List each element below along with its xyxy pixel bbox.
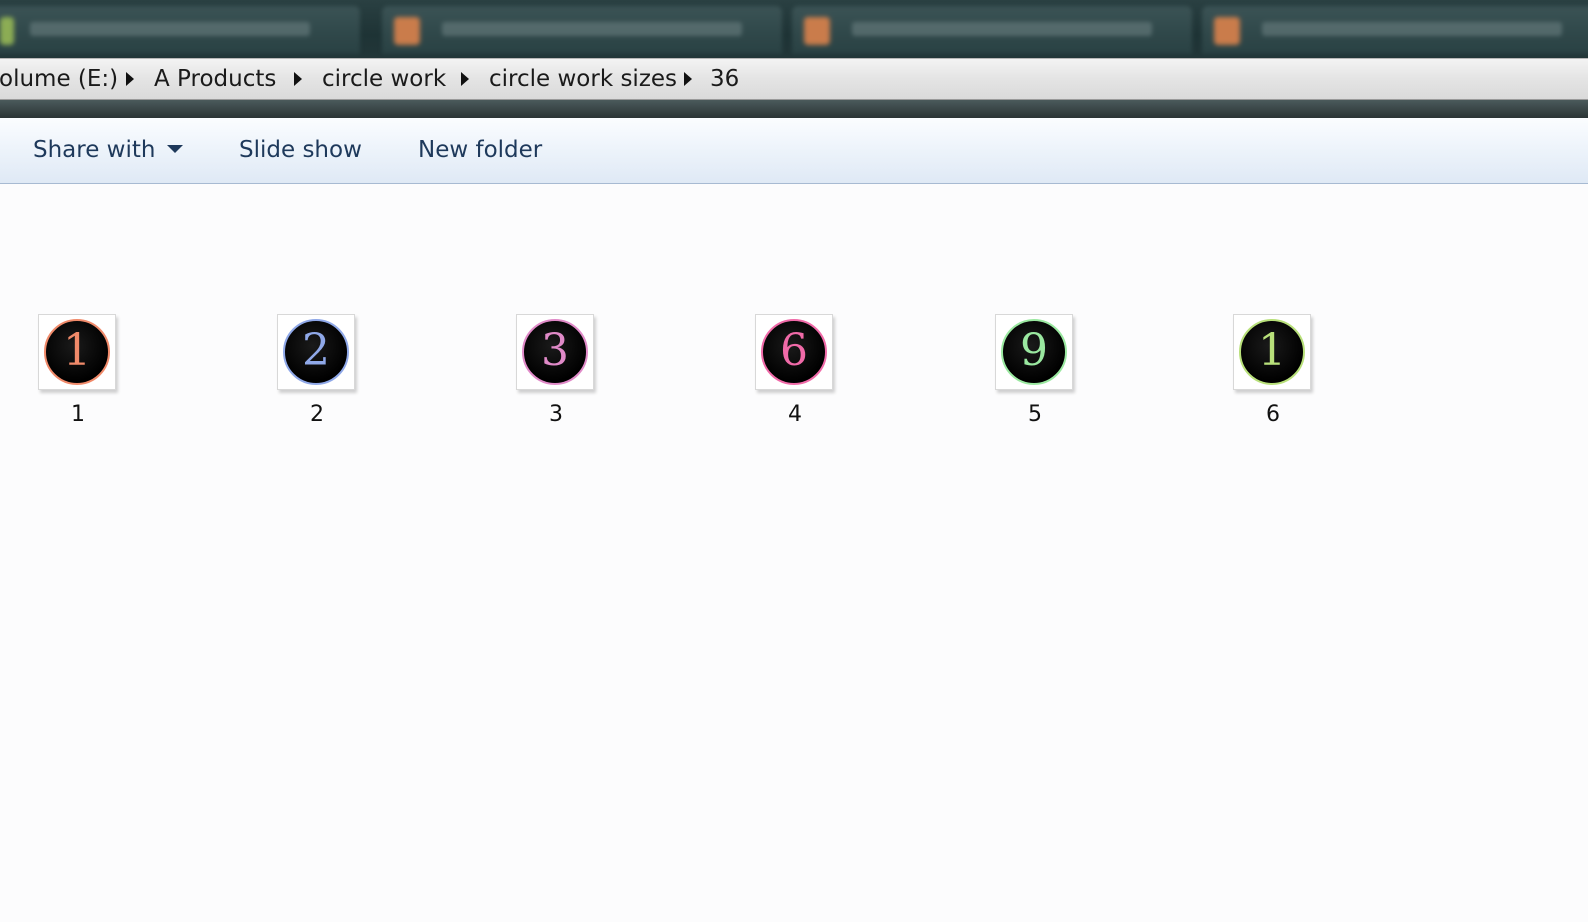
file-item[interactable]: 9 5 bbox=[985, 314, 1085, 434]
file-item[interactable]: 1 6 bbox=[1223, 314, 1323, 434]
thumbnail-frame: 3 bbox=[516, 314, 594, 390]
thumbnail-frame: 9 bbox=[995, 314, 1073, 390]
breadcrumb-arrow-icon[interactable] bbox=[684, 72, 692, 86]
browser-tab-strip bbox=[0, 0, 1588, 58]
tab-favicon-icon bbox=[394, 17, 420, 45]
file-item[interactable]: 2 2 bbox=[267, 314, 367, 434]
breadcrumb-arrow-icon[interactable] bbox=[294, 72, 302, 86]
thumbnail-frame: 6 bbox=[755, 314, 833, 390]
breadcrumb-item-circle-work[interactable]: circle work bbox=[322, 59, 446, 99]
tab-title-blur bbox=[1262, 22, 1562, 36]
file-name: 1 bbox=[71, 402, 85, 427]
share-with-label: Share with bbox=[33, 137, 156, 163]
file-item[interactable]: 3 3 bbox=[506, 314, 606, 434]
tab-title-blur bbox=[442, 22, 742, 36]
file-name: 2 bbox=[310, 402, 324, 427]
tab-favicon-icon bbox=[1214, 17, 1240, 45]
circle-number-thumbnail: 6 bbox=[761, 319, 827, 385]
command-toolbar: Share with Slide show New folder bbox=[0, 118, 1588, 184]
file-item[interactable]: 6 4 bbox=[745, 314, 845, 434]
browser-tab[interactable] bbox=[1202, 6, 1588, 54]
tab-favicon-icon bbox=[0, 17, 14, 45]
browser-tab[interactable] bbox=[0, 6, 360, 54]
file-item[interactable]: 1 1 bbox=[28, 314, 128, 434]
file-name: 6 bbox=[1266, 402, 1280, 427]
breadcrumb-arrow-icon[interactable] bbox=[461, 72, 469, 86]
breadcrumb-item-36[interactable]: 36 bbox=[710, 59, 739, 99]
share-with-button[interactable]: Share with bbox=[33, 132, 184, 168]
breadcrumb-item-circle-work-sizes[interactable]: circle work sizes bbox=[489, 59, 677, 99]
tab-favicon-icon bbox=[804, 17, 830, 45]
circle-number-thumbnail: 1 bbox=[1239, 319, 1305, 385]
circle-number-thumbnail: 2 bbox=[283, 319, 349, 385]
slide-show-button[interactable]: Slide show bbox=[239, 132, 362, 168]
circle-number-thumbnail: 9 bbox=[1001, 319, 1067, 385]
circle-number-thumbnail: 3 bbox=[522, 319, 588, 385]
file-name: 3 bbox=[549, 402, 563, 427]
tab-title-blur bbox=[30, 22, 310, 36]
thumbnail-frame: 1 bbox=[1233, 314, 1311, 390]
thumbnail-frame: 2 bbox=[277, 314, 355, 390]
new-folder-button[interactable]: New folder bbox=[418, 132, 542, 168]
chevron-down-icon bbox=[167, 144, 184, 153]
file-name: 5 bbox=[1028, 402, 1042, 427]
breadcrumb-item-volume[interactable]: olume (E:) bbox=[0, 59, 118, 99]
browser-tab[interactable] bbox=[382, 6, 782, 54]
breadcrumb-arrow-icon[interactable] bbox=[126, 72, 134, 86]
file-name: 4 bbox=[788, 402, 802, 427]
thumbnail-frame: 1 bbox=[38, 314, 116, 390]
file-view[interactable]: 1 1 2 2 3 3 6 4 9 5 1 6 bbox=[0, 184, 1588, 922]
window-frame-separator bbox=[0, 100, 1588, 118]
address-bar[interactable]: olume (E:) A Products circle work circle… bbox=[0, 58, 1588, 100]
breadcrumb-item-a-products[interactable]: A Products bbox=[154, 59, 276, 99]
browser-tab[interactable] bbox=[792, 6, 1192, 54]
tab-title-blur bbox=[852, 22, 1152, 36]
circle-number-thumbnail: 1 bbox=[44, 319, 110, 385]
